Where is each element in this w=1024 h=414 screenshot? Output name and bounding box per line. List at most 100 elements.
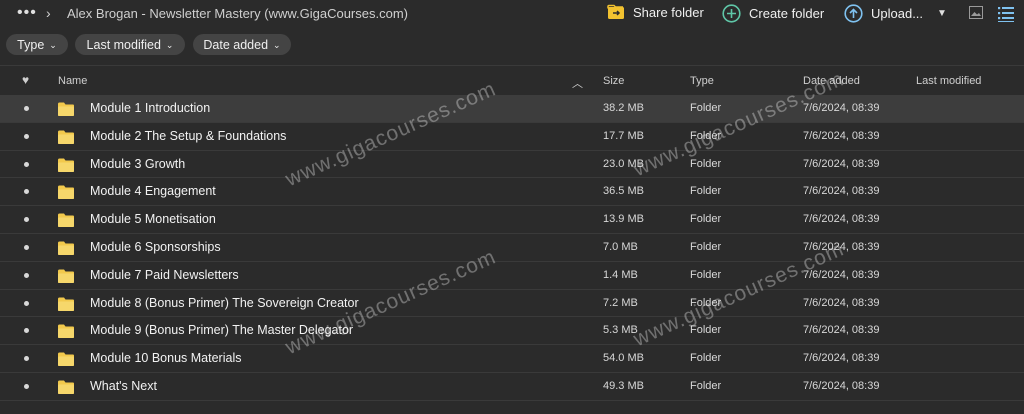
breadcrumb[interactable]: Alex Brogan - Newsletter Mastery (www.Gi… — [67, 6, 408, 21]
file-date-added: 7/6/2024, 08:39 — [803, 268, 880, 281]
folder-icon — [58, 324, 74, 339]
file-type: Folder — [690, 352, 722, 365]
favorite-dot-icon[interactable] — [24, 189, 29, 195]
file-name[interactable]: Module 1 Introduction — [90, 101, 210, 115]
file-type: Folder — [690, 185, 722, 198]
favorite-dot-icon[interactable] — [24, 106, 29, 111]
favorite-dot-icon[interactable] — [24, 217, 29, 223]
type-filter-label: Type — [17, 37, 45, 52]
chevron-right-icon: › — [46, 5, 51, 21]
favorite-dot-icon[interactable] — [24, 133, 29, 139]
file-name[interactable]: Module 7 Paid Newsletters — [90, 268, 239, 282]
upload-button[interactable]: Upload... ▼ — [844, 4, 947, 23]
divider — [0, 65, 1024, 66]
file-name[interactable]: Module 6 Sponsorships — [90, 240, 221, 254]
folder-icon — [58, 352, 74, 367]
favorite-dot-icon[interactable] — [24, 244, 29, 250]
table-row[interactable]: Module 8 (Bonus Primer) The Sovereign Cr… — [0, 290, 1024, 318]
file-size: 38.2 MB — [603, 102, 644, 114]
folder-icon — [58, 185, 74, 200]
table-row[interactable]: Module 5 Monetisation 13.9 MB Folder 7/6/20… — [0, 206, 1024, 234]
table-row[interactable]: Module 2 The Setup & Foundations 17.7 MB F… — [0, 123, 1024, 151]
file-type: Folder — [690, 213, 722, 226]
date-added-filter-label: Date added — [203, 37, 269, 52]
last-modified-filter[interactable]: Last modified ⌄ — [75, 34, 185, 55]
chevron-down-icon: ⌄ — [273, 39, 281, 50]
file-name[interactable]: Module 2 The Setup & Foundations — [90, 129, 286, 143]
chevron-down-icon[interactable]: ▼ — [937, 8, 947, 19]
folder-icon — [58, 269, 74, 283]
share-folder-icon — [607, 4, 624, 19]
favorite-dot-icon[interactable] — [24, 300, 29, 306]
share-folder-label: Share folder — [633, 4, 704, 20]
plus-circle-icon — [722, 4, 741, 23]
favorite-dot-icon[interactable] — [24, 328, 29, 334]
file-type: Folder — [690, 296, 722, 309]
size-column-header[interactable]: Size — [603, 75, 624, 87]
favorite-dot-icon[interactable] — [24, 272, 29, 278]
file-size: 23.0 MB — [603, 157, 644, 170]
file-type: Folder — [690, 129, 722, 142]
file-date-added: 7/6/2024, 08:39 — [803, 157, 880, 170]
file-size: 49.3 MB — [603, 379, 644, 392]
file-type: Folder — [690, 379, 722, 392]
file-name[interactable]: Module 5 Monetisation — [90, 212, 216, 226]
file-name[interactable]: What's Next — [90, 379, 157, 393]
table-row[interactable]: What's Next 49.3 MB Folder 7/6/2024, 08:39 — [0, 373, 1024, 401]
folder-icon — [58, 213, 74, 228]
create-folder-label: Create folder — [749, 6, 825, 21]
file-date-added: 7/6/2024, 08:39 — [803, 185, 880, 198]
file-size: 17.7 MB — [603, 129, 644, 142]
favorite-dot-icon[interactable] — [24, 356, 29, 362]
file-date-added: 7/6/2024, 08:39 — [803, 379, 880, 392]
folder-icon — [58, 102, 74, 116]
type-filter[interactable]: Type ⌄ — [6, 34, 68, 55]
file-date-added: 7/6/2024, 08:39 — [803, 324, 880, 337]
file-size: 36.5 MB — [603, 185, 644, 198]
file-size: 7.2 MB — [603, 296, 638, 309]
sort-ascending-icon[interactable]: ︿ — [572, 75, 583, 91]
create-folder-button[interactable]: Create folder — [722, 4, 824, 23]
date-added-filter[interactable]: Date added ⌄ — [193, 34, 291, 55]
chevron-down-icon: ⌄ — [49, 39, 57, 50]
file-type: Folder — [690, 268, 722, 281]
file-date-added: 7/6/2024, 08:39 — [803, 213, 880, 226]
table-row[interactable]: Module 10 Bonus Materials 54.0 MB Folder 7/… — [0, 345, 1024, 373]
file-size: 13.9 MB — [603, 213, 644, 226]
file-size: 7.0 MB — [603, 240, 638, 253]
file-date-added: 7/6/2024, 08:39 — [803, 352, 880, 365]
file-date-added: 7/6/2024, 08:39 — [803, 240, 880, 253]
chevron-down-icon: ⌄ — [165, 39, 174, 50]
file-date-added: 7/6/2024, 08:39 — [803, 296, 880, 309]
file-name[interactable]: Module 9 (Bonus Primer) The Master Deleg… — [90, 323, 353, 337]
file-name[interactable]: Module 4 Engagement — [90, 184, 216, 198]
table-row[interactable]: Module 1 Introduction 38.2 MB Folder 7/6/20… — [0, 95, 1024, 123]
favorite-column-icon[interactable]: ♥ — [22, 73, 29, 87]
folder-icon — [58, 130, 74, 144]
upload-label: Upload... — [871, 6, 924, 21]
file-name[interactable]: Module 10 Bonus Materials — [90, 351, 241, 365]
last-modified-column-header[interactable]: Last modified — [916, 75, 981, 87]
favorite-dot-icon[interactable] — [24, 383, 29, 389]
file-name[interactable]: Module 8 (Bonus Primer) The Sovereign Cr… — [90, 296, 359, 310]
table-header: ♥ Name ︿ Size Type Date added Last modif… — [0, 70, 1024, 92]
share-folder-button[interactable]: Share folder — [607, 4, 704, 20]
table-row[interactable]: Module 6 Sponsorships 7.0 MB Folder 7/6/202… — [0, 234, 1024, 262]
image-view-icon[interactable] — [969, 6, 983, 19]
date-added-column-header[interactable]: Date added — [803, 75, 860, 87]
table-row[interactable]: Module 3 Growth 23.0 MB Folder 7/6/2024, 08… — [0, 151, 1024, 179]
list-view-icon[interactable] — [998, 6, 1014, 22]
favorite-dot-icon[interactable] — [24, 161, 29, 167]
folder-icon — [58, 241, 74, 255]
table-row[interactable]: Module 7 Paid Newsletters 1.4 MB Folder 7/6… — [0, 262, 1024, 290]
type-column-header[interactable]: Type — [690, 75, 714, 87]
file-list: Module 1 Introduction 38.2 MB Folder 7/6/20… — [0, 95, 1024, 401]
table-row[interactable]: Module 9 (Bonus Primer) The Master Deleg… — [0, 317, 1024, 346]
more-options-icon[interactable]: ••• — [17, 4, 37, 22]
name-column-header[interactable]: Name — [58, 75, 87, 87]
table-row[interactable]: Module 4 Engagement 36.5 MB Folder 7/6/2024… — [0, 178, 1024, 207]
file-type: Folder — [690, 324, 722, 337]
file-name[interactable]: Module 3 Growth — [90, 157, 185, 171]
folder-icon — [58, 297, 74, 311]
file-type: Folder — [690, 102, 722, 114]
